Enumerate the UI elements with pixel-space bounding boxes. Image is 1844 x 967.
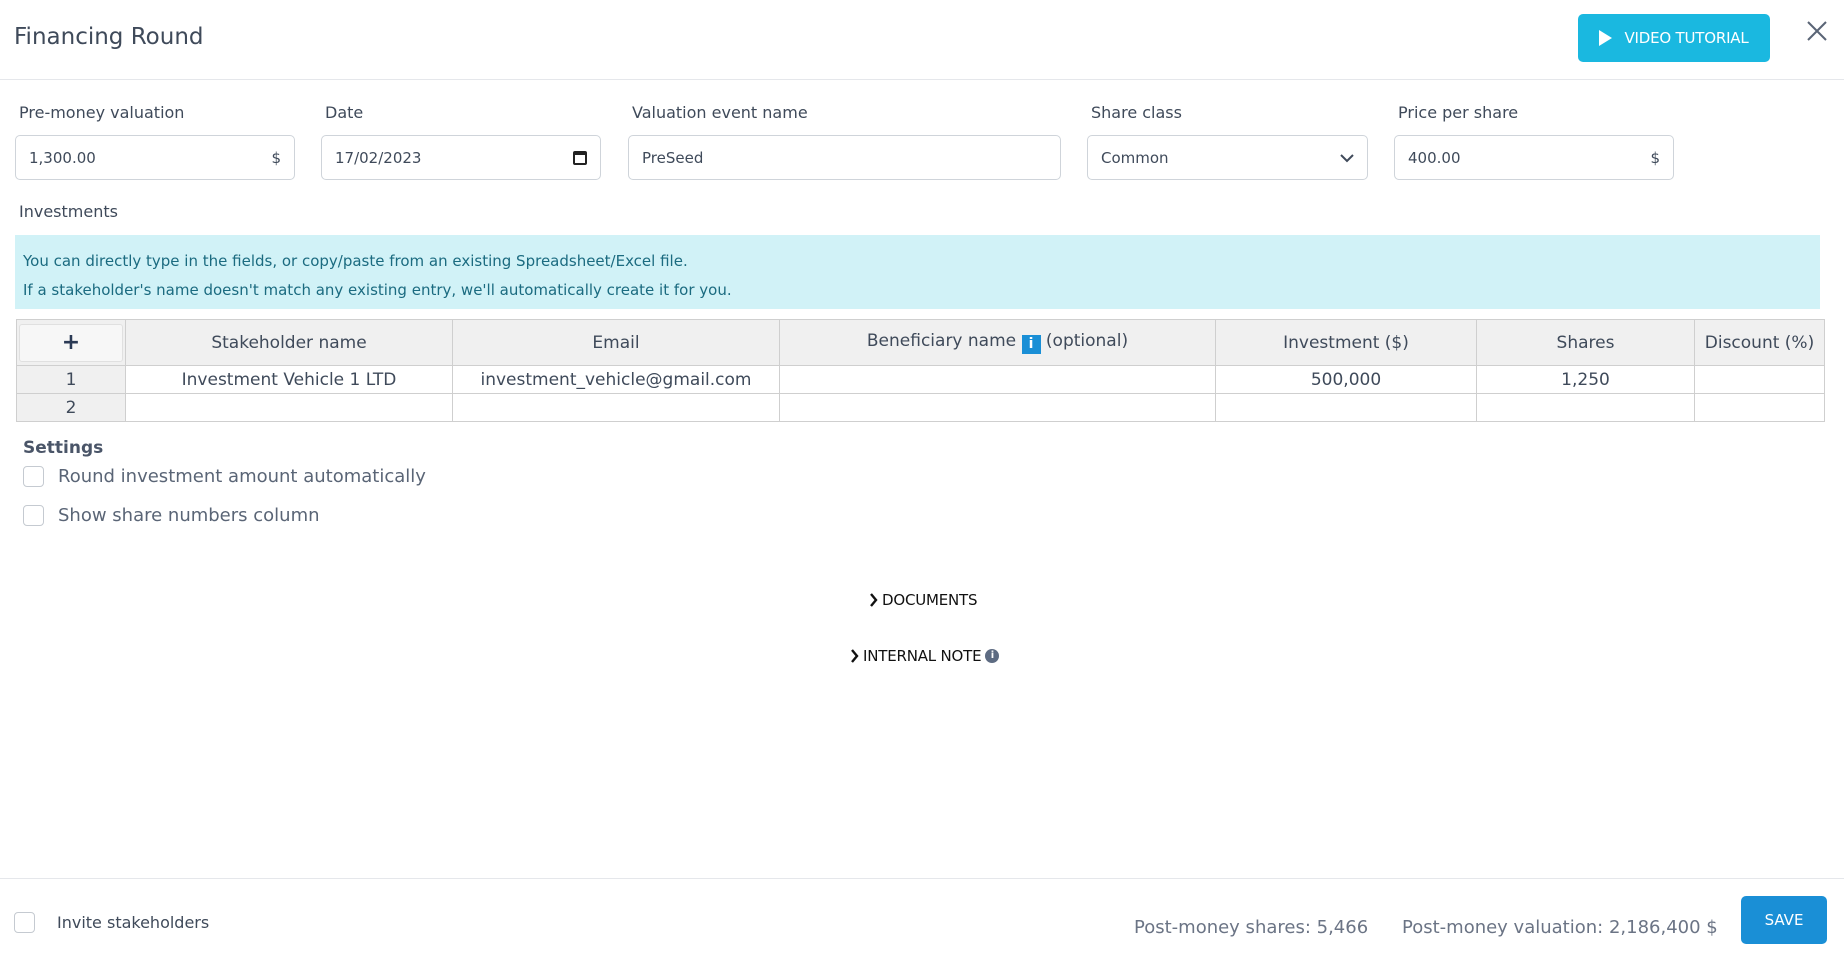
info-icon[interactable]: i xyxy=(985,649,1000,663)
price-per-share-currency: $ xyxy=(1650,148,1660,167)
cell-shares[interactable] xyxy=(1476,393,1695,422)
close-button[interactable] xyxy=(1806,20,1834,48)
pre-money-value: 1,300.00 xyxy=(29,148,96,167)
table-row: 2 xyxy=(16,393,1825,422)
cell-discount[interactable] xyxy=(1694,393,1825,422)
chevron-right-icon xyxy=(870,593,878,607)
cell-stakeholder-name[interactable] xyxy=(125,393,453,422)
round-investment-checkbox[interactable] xyxy=(23,466,44,487)
add-row-button[interactable]: + xyxy=(19,323,123,362)
cell-email[interactable] xyxy=(452,393,780,422)
invite-stakeholders-label[interactable]: Invite stakeholders xyxy=(57,913,209,932)
page-title: Financing Round xyxy=(14,24,204,50)
share-class-value: Common xyxy=(1101,148,1169,167)
show-shares-label[interactable]: Show share numbers column xyxy=(58,505,320,526)
show-shares-checkbox[interactable] xyxy=(23,505,44,526)
internal-note-toggle[interactable]: INTERNAL NOTE i xyxy=(850,647,1000,665)
date-input[interactable]: 17/02/2023 xyxy=(321,135,601,180)
col-beneficiary-label: Beneficiary name xyxy=(866,331,1017,351)
pre-money-currency: $ xyxy=(271,148,281,167)
cell-email[interactable]: investment_vehicle@gmail.com xyxy=(452,365,780,394)
col-beneficiary-name[interactable]: Beneficiary name i (optional) xyxy=(779,319,1216,366)
post-money-valuation: Post-money valuation: 2,186,400 $ xyxy=(1402,917,1718,938)
info-line-2: If a stakeholder's name doesn't match an… xyxy=(23,281,732,299)
col-email[interactable]: Email xyxy=(452,319,780,366)
invite-stakeholders-checkbox[interactable] xyxy=(14,912,35,933)
calendar-icon[interactable] xyxy=(573,150,587,165)
cell-shares[interactable]: 1,250 xyxy=(1476,365,1695,394)
col-shares[interactable]: Shares xyxy=(1476,319,1695,366)
round-investment-option[interactable]: Round investment amount automatically xyxy=(23,466,426,487)
cell-investment[interactable]: 500,000 xyxy=(1215,365,1477,394)
chevron-right-icon xyxy=(851,649,859,663)
row-number: 2 xyxy=(16,393,126,422)
event-name-value: PreSeed xyxy=(642,148,704,167)
close-icon xyxy=(1807,21,1827,41)
col-stakeholder-name[interactable]: Stakeholder name xyxy=(125,319,453,366)
col-investment[interactable]: Investment ($) xyxy=(1215,319,1477,366)
settings-title: Settings xyxy=(23,438,104,458)
pre-money-input[interactable]: 1,300.00 $ xyxy=(15,135,295,180)
post-money-shares: Post-money shares: 5,466 xyxy=(1134,917,1369,938)
video-tutorial-label: VIDEO TUTORIAL xyxy=(1624,29,1749,47)
save-button[interactable]: SAVE xyxy=(1741,896,1827,944)
round-investment-label[interactable]: Round investment amount automatically xyxy=(58,466,426,487)
date-value: 17/02/2023 xyxy=(335,148,422,167)
cell-stakeholder-name[interactable]: Investment Vehicle 1 LTD xyxy=(125,365,453,394)
col-discount[interactable]: Discount (%) xyxy=(1694,319,1825,366)
cell-investment[interactable] xyxy=(1215,393,1477,422)
event-name-label: Valuation event name xyxy=(632,103,808,122)
row-number: 1 xyxy=(16,365,126,394)
play-icon xyxy=(1599,30,1613,46)
pre-money-label: Pre-money valuation xyxy=(19,103,185,122)
documents-label: DOCUMENTS xyxy=(882,591,978,609)
col-beneficiary-optional: (optional) xyxy=(1045,331,1129,351)
share-class-label: Share class xyxy=(1091,103,1182,122)
event-name-input[interactable]: PreSeed xyxy=(628,135,1061,180)
cell-beneficiary-name[interactable] xyxy=(779,365,1216,394)
documents-toggle[interactable]: DOCUMENTS xyxy=(869,591,978,609)
invite-stakeholders-option[interactable]: Invite stakeholders xyxy=(14,912,209,933)
add-row-cell: + xyxy=(16,319,126,366)
internal-note-label: INTERNAL NOTE xyxy=(863,647,982,665)
price-per-share-input[interactable]: 400.00 $ xyxy=(1394,135,1674,180)
video-tutorial-button[interactable]: VIDEO TUTORIAL xyxy=(1578,14,1770,62)
date-label: Date xyxy=(325,103,364,122)
table-header-row: + Stakeholder name Email Beneficiary nam… xyxy=(16,319,1825,366)
info-line-1: You can directly type in the fields, or … xyxy=(23,252,688,270)
share-class-select[interactable]: Common xyxy=(1087,135,1368,180)
modal-header: Financing Round VIDEO TUTORIAL xyxy=(0,0,1844,80)
price-per-share-value: 400.00 xyxy=(1408,148,1461,167)
investments-info-box: You can directly type in the fields, or … xyxy=(15,235,1820,309)
show-shares-option[interactable]: Show share numbers column xyxy=(23,505,320,526)
investments-table: + Stakeholder name Email Beneficiary nam… xyxy=(16,319,1825,422)
investments-label: Investments xyxy=(19,202,118,221)
table-row: 1 Investment Vehicle 1 LTD investment_ve… xyxy=(16,365,1825,394)
chevron-down-icon xyxy=(1340,153,1354,162)
cell-beneficiary-name[interactable] xyxy=(779,393,1216,422)
cell-discount[interactable] xyxy=(1694,365,1825,394)
price-per-share-label: Price per share xyxy=(1398,103,1519,122)
info-icon[interactable]: i xyxy=(1021,335,1041,354)
